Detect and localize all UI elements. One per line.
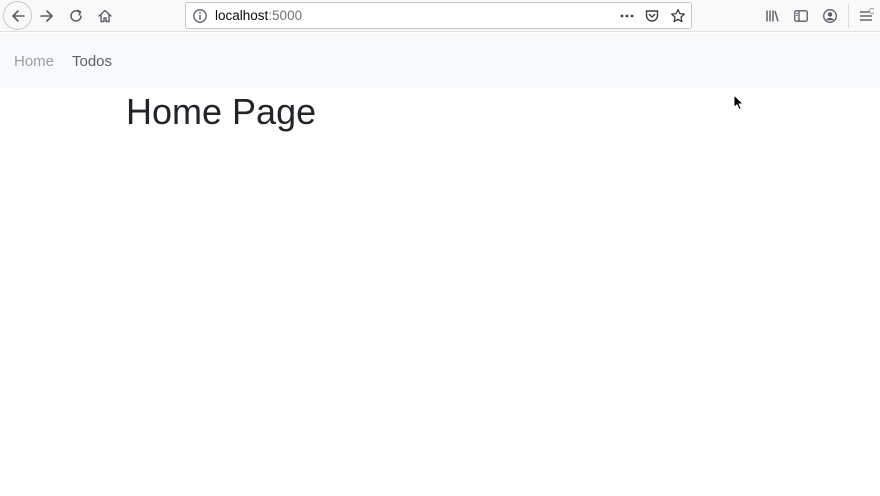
bookmark-star-icon[interactable] xyxy=(670,8,686,24)
back-arrow-icon xyxy=(11,9,25,22)
app-navbar: Home Todos xyxy=(0,33,880,88)
nav-link-todos[interactable]: Todos xyxy=(72,53,112,71)
menu-icon xyxy=(860,8,874,21)
nav-link-home[interactable]: Home xyxy=(14,53,54,71)
sidebar-icon xyxy=(794,10,808,22)
forward-arrow-icon xyxy=(40,10,53,22)
account-button[interactable] xyxy=(816,2,844,30)
library-icon xyxy=(766,10,779,22)
library-button[interactable] xyxy=(758,2,786,30)
back-button[interactable] xyxy=(3,1,32,30)
account-icon xyxy=(823,9,837,23)
reload-button[interactable] xyxy=(62,2,90,30)
url-port: :5000 xyxy=(268,8,303,23)
menu-button[interactable] xyxy=(852,2,880,30)
page-title: Home Page xyxy=(126,91,317,132)
sidebar-button[interactable] xyxy=(787,2,815,30)
url-host: localhost xyxy=(215,8,269,23)
more-actions-icon[interactable] xyxy=(619,8,635,24)
pocket-icon[interactable] xyxy=(644,8,660,24)
home-button[interactable] xyxy=(91,2,119,30)
toolbar-divider xyxy=(848,4,849,28)
url-text[interactable]: localhost:5000 xyxy=(215,8,302,24)
mouse-cursor-icon xyxy=(733,94,744,111)
forward-button[interactable] xyxy=(33,2,61,30)
reload-icon xyxy=(70,9,82,22)
browser-toolbar: localhost:5000 xyxy=(0,0,880,32)
url-bar[interactable]: localhost:5000 xyxy=(185,2,692,29)
home-icon xyxy=(98,9,112,23)
info-icon[interactable] xyxy=(192,8,208,24)
